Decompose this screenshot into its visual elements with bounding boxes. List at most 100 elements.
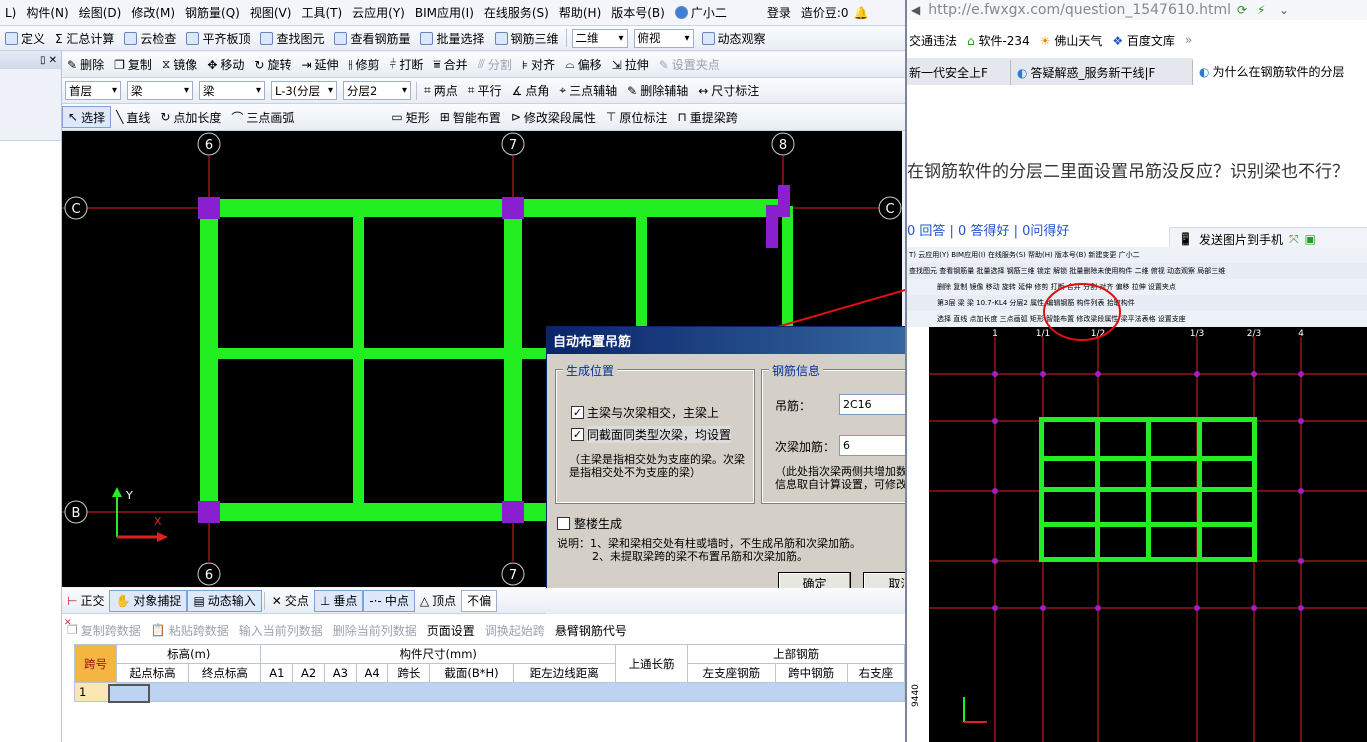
point-length-button[interactable]: ↻ 点加长度 [155, 106, 226, 128]
copy-span-data-button[interactable]: ❐ 复制跨数据 [62, 619, 146, 641]
dimension-button[interactable]: ↔ 尺寸标注 [693, 80, 764, 102]
selected-cell[interactable] [108, 684, 150, 703]
tab-security[interactable]: 新一代安全上F [907, 60, 1011, 85]
more-bookmarks-icon[interactable]: » [1185, 33, 1192, 47]
checkbox-main-secondary[interactable]: ✓ 主梁与次梁相交，主梁上 [571, 404, 719, 421]
menu-item-online[interactable]: 在线服务(S) [479, 2, 554, 24]
menu-item-component[interactable]: 构件(N) [21, 2, 73, 24]
three-point-arc-button[interactable]: ⌒ 三点画弧 [226, 106, 386, 128]
bookmark-traffic[interactable]: 交通违法 [909, 32, 957, 49]
category-select[interactable]: 梁 [127, 81, 193, 100]
perpendicular-snap[interactable]: ⊥ 垂点 [313, 589, 364, 612]
midpoint-snap[interactable]: -·- 中点 [363, 589, 415, 612]
save-icon[interactable]: ▣ [1305, 232, 1316, 246]
ortho-toggle[interactable]: ⊢ 正交 [62, 590, 109, 612]
set-grip-button[interactable]: ✎ 设置夹点 [654, 54, 725, 76]
split-button[interactable]: ⫻ 分割 [473, 54, 517, 76]
column-b7[interactable] [502, 501, 524, 523]
url-text[interactable]: http://e.fwxgx.com/question_1547610.html [928, 2, 1231, 18]
menu-item-draw[interactable]: 绘图(D) [74, 2, 127, 24]
menu-item-help[interactable]: 帮助(H) [554, 2, 606, 24]
column-c6[interactable] [198, 197, 220, 219]
beam-7[interactable] [504, 199, 522, 521]
two-point-axis-button[interactable]: ⌗ 两点 [419, 80, 463, 102]
column-c7[interactable] [502, 197, 524, 219]
menu-item-bim[interactable]: BIM应用(I) [410, 2, 479, 24]
stretch-button[interactable]: ⇲ 拉伸 [607, 54, 654, 76]
object-snap-toggle[interactable]: ✋ 对象捕捉 [109, 589, 188, 612]
delete-column-button[interactable]: 删除当前列数据 [328, 619, 422, 641]
point-angle-button[interactable]: ∡ 点角 [507, 80, 555, 102]
rebar-3d-button[interactable]: 钢筋三维 [490, 27, 564, 49]
align-slab-button[interactable]: 平齐板顶 [181, 27, 255, 49]
menu-item-rebar[interactable]: 钢筋量(Q) [180, 2, 245, 24]
swap-start-span-button[interactable]: 调换起始跨 [480, 619, 550, 641]
type-select[interactable]: 梁 [199, 81, 265, 100]
checkbox-same-section[interactable]: ✓ 同截面同类型次梁，均设置 [571, 426, 732, 443]
tab-question[interactable]: ◐ 为什么在钢筋软件的分层 [1193, 58, 1367, 85]
cloud-check-button[interactable]: 云检查 [119, 27, 181, 49]
dynamic-view-button[interactable]: 动态观察 [697, 27, 771, 49]
trim-button[interactable]: ⫲ 修剪 [344, 54, 385, 76]
vertex-snap[interactable]: △ 顶点 [415, 590, 461, 612]
batch-select-button[interactable]: 批量选择 [415, 27, 489, 49]
define-button[interactable]: 定义 [0, 27, 50, 49]
checkbox-main-secondary-box[interactable]: ✓ [571, 406, 584, 419]
column-b6[interactable] [198, 501, 220, 523]
mirror-button[interactable]: ⧖ 镜像 [157, 54, 202, 76]
modify-beam-props-button[interactable]: ⊳ 修改梁段属性 [506, 106, 601, 128]
line-button[interactable]: ╲ 直线 [111, 106, 155, 128]
break-button[interactable]: ⫩ 打断 [384, 54, 428, 76]
menu-item-cloud[interactable]: 云应用(Y) [347, 2, 410, 24]
cantilever-code-button[interactable]: 悬臂钢筋代号 [550, 619, 632, 641]
bookmark-weather[interactable]: ☀ 佛山天气 [1040, 32, 1103, 49]
delete-axis-button[interactable]: ✎ 删除辅轴 [622, 80, 693, 102]
parallel-axis-button[interactable]: ⌗ 平行 [463, 80, 507, 102]
menu-item-modify[interactable]: 修改(M) [126, 2, 180, 24]
align-button[interactable]: ⊧ 对齐 [517, 54, 560, 76]
view-mode-select[interactable]: 二维 [571, 28, 628, 48]
table-row[interactable]: 1 [74, 682, 905, 702]
back-icon[interactable]: ◀ [911, 3, 920, 17]
intersection-snap[interactable]: ✕ 交点 [267, 590, 314, 612]
in-place-annotation-button[interactable]: ⊤ 原位标注 [601, 106, 672, 128]
beam-6[interactable] [200, 199, 218, 521]
menu-item-assistant[interactable]: 广小二 [670, 2, 732, 24]
smart-layout-button[interactable]: ⊞ 智能布置 [435, 106, 506, 128]
dynamic-input-toggle[interactable]: ▤ 动态输入 [187, 589, 262, 612]
whole-floor-checkbox[interactable]: 整楼生成 [557, 515, 622, 532]
dropdown-icon[interactable]: ⌄ [1279, 3, 1289, 17]
rotate-button[interactable]: ↻ 旋转 [249, 54, 296, 76]
re-extract-span-button[interactable]: ⊓ 重提梁跨 [672, 106, 742, 128]
close-panel-icon[interactable]: ✕ [64, 618, 72, 628]
beam-c[interactable] [200, 199, 785, 217]
view-direction-select[interactable]: 俯视 [633, 28, 694, 48]
send-photo-button[interactable]: 发送图片到手机 [1199, 231, 1283, 248]
select-button[interactable]: ↖ 选择 [62, 106, 112, 128]
move-button[interactable]: ✥ 移动 [202, 54, 249, 76]
login-button[interactable]: 登录 [762, 2, 796, 24]
floor-select[interactable]: 首层 [65, 81, 121, 100]
offset-button[interactable]: ⌓ 偏移 [560, 54, 607, 76]
lightning-icon[interactable]: ⚡ [1257, 3, 1265, 17]
menu-item-l[interactable]: L) [0, 2, 21, 24]
menu-item-tools[interactable]: 工具(T) [296, 2, 347, 24]
rectangle-button[interactable]: ▭ 矩形 [386, 106, 434, 128]
bell-icon[interactable]: 🔔 [854, 6, 869, 20]
embedded-screenshot[interactable]: T) 云应用(Y) BIM应用(I) 在线服务(S) 帮助(H) 版本号(B) … [907, 247, 1367, 742]
menu-item-version[interactable]: 版本号(B) [606, 2, 670, 24]
page-setup-button[interactable]: 页面设置 [422, 619, 480, 641]
view-rebar-button[interactable]: 查看钢筋量 [329, 27, 415, 49]
bookmark-baidu[interactable]: ❖ 百度文库 [1112, 32, 1175, 49]
bookmark-software[interactable]: ⌂ 软件-234 [967, 32, 1030, 49]
three-point-axis-button[interactable]: ⌖ 三点辅轴 [554, 80, 622, 102]
component-select[interactable]: L-3(分层 [271, 81, 337, 100]
input-column-button[interactable]: 输入当前列数据 [234, 619, 328, 641]
find-element-button[interactable]: 查找图元 [255, 27, 329, 49]
menu-item-view[interactable]: 视图(V) [245, 2, 297, 24]
offset-snap[interactable]: 不偏 [461, 589, 498, 612]
refresh-icon[interactable]: ⟳ [1237, 3, 1247, 17]
paste-span-data-button[interactable]: 📋 粘贴跨数据 [146, 619, 234, 641]
fullscreen-icon[interactable]: ⤧ [1289, 232, 1299, 247]
sublayer-select[interactable]: 分层2 [343, 81, 411, 100]
